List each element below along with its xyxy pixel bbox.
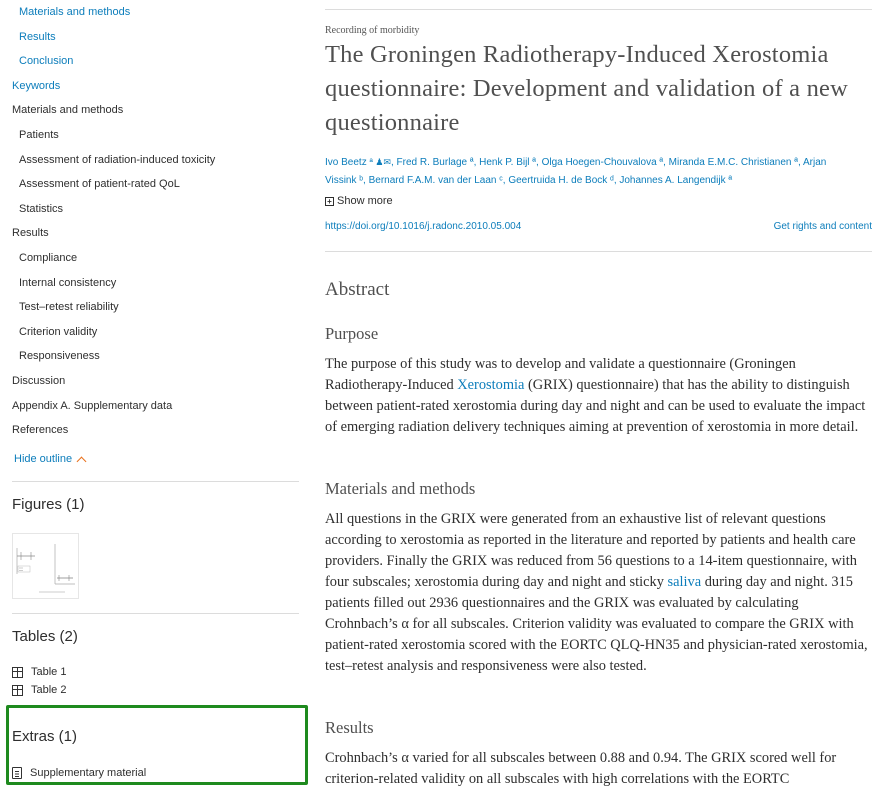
article-outline-sidebar: Materials and methods Results Conclusion Ke… bbox=[0, 0, 312, 794]
results-heading: Results bbox=[325, 718, 374, 737]
doi-link[interactable]: https://doi.org/10.1016/j.radonc.2010.05… bbox=[325, 221, 521, 232]
show-more-button[interactable]: + Show more bbox=[325, 195, 393, 207]
table-icon bbox=[12, 684, 23, 696]
author-link[interactable]: Ivo Beetz bbox=[325, 157, 367, 168]
outline-item[interactable]: Test–retest reliability bbox=[12, 295, 302, 320]
outline-item[interactable]: Materials and methods bbox=[12, 98, 302, 123]
outline-item[interactable]: Materials and methods bbox=[12, 0, 302, 25]
article-title: The Groningen Radiotherapy-Induced Xeros… bbox=[325, 41, 848, 136]
table-link-label: Table 2 bbox=[31, 684, 67, 696]
supplementary-material-link[interactable]: Supplementary material bbox=[12, 767, 146, 779]
outline-item[interactable]: Conclusion bbox=[12, 49, 302, 74]
outline-list: Materials and methods Results Conclusion Ke… bbox=[12, 0, 302, 443]
outline-item[interactable]: Results bbox=[12, 221, 302, 246]
table-link-1[interactable]: Table 1 bbox=[12, 666, 66, 678]
divider bbox=[12, 481, 299, 482]
figures-heading: Figures (1) bbox=[12, 496, 85, 513]
rights-link[interactable]: Get rights and content bbox=[774, 221, 872, 232]
table-link-label: Table 1 bbox=[31, 666, 67, 678]
methods-paragraph: All questions in the GRIX were generated… bbox=[325, 509, 873, 677]
outline-item[interactable]: Appendix A. Supplementary data bbox=[12, 394, 302, 419]
tables-heading: Tables (2) bbox=[12, 628, 78, 645]
divider bbox=[12, 613, 299, 614]
author-list-line2[interactable]: Vissink ᵇ, Bernard F.A.M. van der Laan ᶜ… bbox=[325, 172, 875, 190]
methods-heading: Materials and methods bbox=[325, 479, 476, 498]
outline-item[interactable]: Internal consistency bbox=[12, 271, 302, 296]
purpose-heading: Purpose bbox=[325, 324, 379, 343]
document-icon bbox=[12, 767, 22, 779]
outline-item[interactable]: Responsiveness bbox=[12, 344, 302, 369]
author-list: Ivo Beetz ª ♟✉, Fred R. Burlage ª, Henk … bbox=[325, 153, 875, 190]
purpose-paragraph: The purpose of this study was to develop… bbox=[325, 354, 873, 438]
outline-item[interactable]: Criterion validity bbox=[12, 320, 302, 345]
outline-item[interactable]: Discussion bbox=[12, 369, 302, 394]
article-main: Recording of morbidity The Groningen Rad… bbox=[325, 0, 883, 794]
outline-item[interactable]: Patients bbox=[12, 123, 302, 148]
table-icon bbox=[12, 666, 23, 678]
hide-outline-button[interactable]: Hide outline bbox=[14, 453, 87, 466]
author-list-rest[interactable]: , Fred R. Burlage ª, Henk P. Bijl ª, Olg… bbox=[391, 157, 826, 168]
show-more-label: Show more bbox=[337, 195, 393, 207]
outline-item[interactable]: Compliance bbox=[12, 246, 302, 271]
outline-item[interactable]: Assessment of radiation-induced toxicity bbox=[12, 148, 302, 173]
saliva-link[interactable]: saliva bbox=[668, 574, 702, 590]
hide-outline-label: Hide outline bbox=[14, 453, 73, 465]
plus-icon: + bbox=[325, 196, 334, 206]
outline-item[interactable]: References bbox=[12, 418, 302, 443]
divider bbox=[325, 9, 872, 10]
abstract-heading: Abstract bbox=[325, 279, 390, 300]
table-link-2[interactable]: Table 2 bbox=[12, 684, 66, 696]
chevron-up-icon bbox=[76, 456, 87, 466]
outline-item[interactable]: Assessment of patient-rated QoL bbox=[12, 172, 302, 197]
figure-thumbnail-image bbox=[16, 544, 75, 593]
outline-item[interactable]: Keywords bbox=[12, 74, 302, 99]
figure-thumbnail[interactable] bbox=[12, 533, 79, 599]
outline-item[interactable]: Results bbox=[12, 25, 302, 50]
mail-icon[interactable]: ✉ bbox=[383, 157, 391, 167]
xerostomia-link[interactable]: Xerostomia bbox=[457, 377, 524, 393]
supplementary-material-label: Supplementary material bbox=[30, 767, 147, 779]
divider bbox=[325, 251, 872, 252]
results-paragraph: Crohnbach’s α varied for all subscales b… bbox=[325, 750, 837, 787]
article-subject: Recording of morbidity bbox=[325, 25, 420, 36]
extras-heading: Extras (1) bbox=[12, 728, 78, 745]
outline-item[interactable]: Statistics bbox=[12, 197, 302, 222]
